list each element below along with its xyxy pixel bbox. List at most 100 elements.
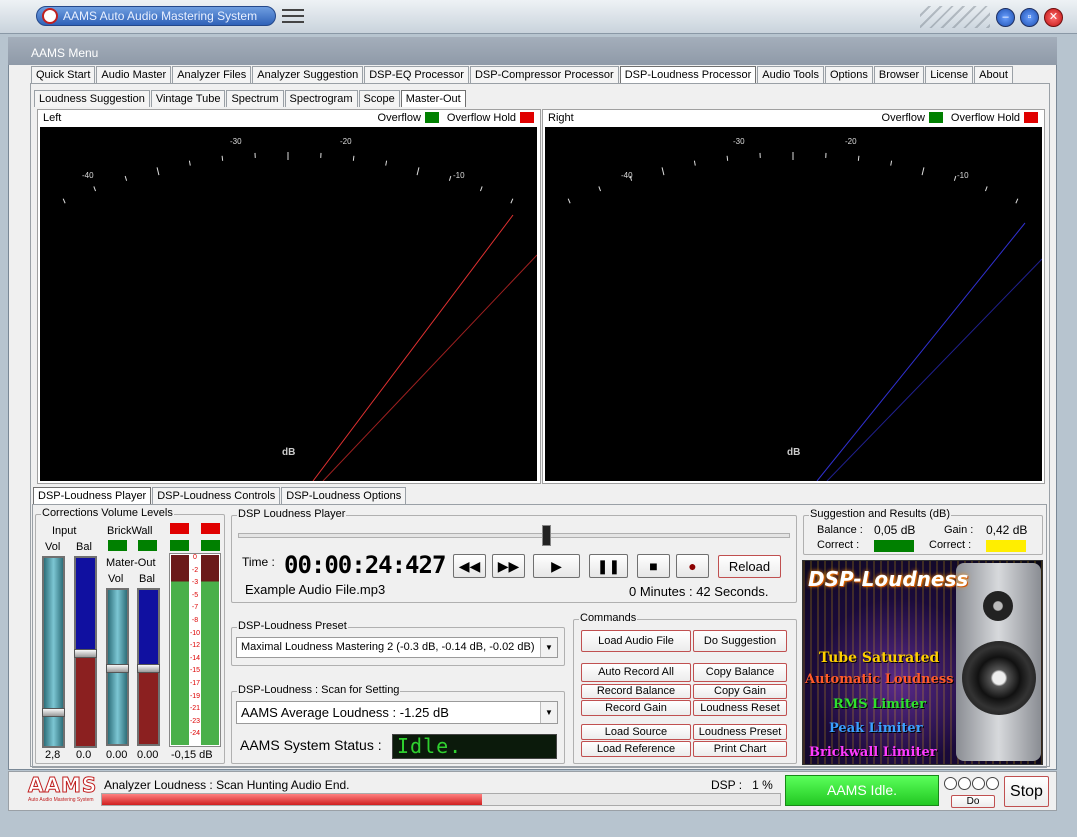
output-bal-thumb[interactable] [137,664,160,673]
left-overflow-label: Overflow [377,112,421,124]
output-bal-slider[interactable] [137,588,160,746]
duration-text: 0 Minutes : 42 Seconds. [629,584,769,599]
position-slider[interactable] [238,525,790,547]
tab-dsp-eq[interactable]: DSP-EQ Processor [364,66,469,83]
copy-gain-button[interactable]: Copy Gain [693,684,787,699]
loudness-reset-button[interactable]: Loudness Reset [693,700,787,716]
left-overflow-hold-led [520,112,534,123]
minimize-icon[interactable]: – [996,8,1015,27]
tab-quick-start[interactable]: Quick Start [31,66,96,83]
tab-loudness-player[interactable]: DSP-Loudness Player [33,487,152,504]
right-tick-label: -10 [957,171,969,180]
record-button[interactable]: ● [676,554,709,578]
brickwall-led-right [138,540,157,551]
tab-dsp-compressor[interactable]: DSP-Compressor Processor [469,66,619,83]
level-scale-label: -7 [191,604,199,612]
tab-about[interactable]: About [974,66,1013,83]
position-thumb[interactable] [542,525,551,546]
tab-browser[interactable]: Browser [873,66,925,83]
tab-loudness-controls[interactable]: DSP-Loudness Controls [152,487,281,504]
do-led-4 [986,777,999,790]
pause-button[interactable]: ❚❚ [589,554,628,578]
play-button[interactable]: ▶ [533,554,580,578]
input-bal-thumb[interactable] [74,649,97,658]
input-vol-thumb[interactable] [42,708,65,717]
tab-analyzer-suggestion[interactable]: Analyzer Suggestion [252,66,364,83]
status-message: Analyzer Loudness : Scan Hunting Audio E… [104,778,350,792]
do-button[interactable]: Do [951,795,995,808]
dial-tick [479,186,483,192]
balance-value: 0,05 dB [874,523,916,537]
level-scale-label: -8 [191,617,199,624]
tab-audio-master[interactable]: Audio Master [96,66,172,83]
right-overflow-hold-label: Overflow Hold [950,112,1020,124]
subtab-loudness-suggestion[interactable]: Loudness Suggestion [34,90,150,107]
tab-options[interactable]: Options [824,66,873,83]
load-audio-file-button[interactable]: Load Audio File [581,630,691,652]
subtab-vintage-tube[interactable]: Vintage Tube [150,90,226,107]
loudness-preset-button[interactable]: Loudness Preset [693,724,787,740]
meter-led-right [201,540,220,551]
stop-button[interactable]: ■ [637,554,670,578]
load-reference-button[interactable]: Load Reference [581,741,691,757]
subtab-spectrum[interactable]: Spectrum [226,90,284,107]
fast-forward-button[interactable]: ▶▶ [492,554,525,578]
output-vol-thumb[interactable] [106,664,129,673]
dsp-loudness-banner: DSP-Loudness Tube Saturated Automatic Lo… [802,560,1043,765]
input-vol-slider[interactable] [42,556,65,748]
rewind-button[interactable]: ◀◀ [453,554,486,578]
app-title[interactable]: AAMS Auto Audio Mastering System [36,6,276,26]
load-source-button[interactable]: Load Source [581,724,691,740]
input-bal-value: 0.0 [76,749,92,761]
record-gain-button[interactable]: Record Gain [581,700,691,716]
stop-all-button[interactable]: Stop [1004,776,1049,807]
record-balance-button[interactable]: Record Balance [581,684,691,699]
woofer-icon [962,641,1036,715]
reload-button[interactable]: Reload [718,555,781,578]
scan-select[interactable]: AAMS Average Loudness : -1.25 dB ▼ [236,701,558,724]
left-tick-label: -20 [340,137,352,146]
tab-dsp-loudness[interactable]: DSP-Loudness Processor [619,66,757,83]
banner-title: DSP-Loudness [808,567,969,591]
banner-line-brickwall: Brickwall Limiter [809,745,937,760]
hamburger-menu-icon[interactable] [282,9,304,23]
level-bar-left [171,555,189,745]
subtab-scope[interactable]: Scope [358,90,400,107]
preset-select[interactable]: Maximal Loudness Mastering 2 (-0.3 dB, -… [236,637,558,658]
level-scale-label: -21 [189,705,201,713]
chevron-down-icon[interactable]: ▼ [540,638,557,657]
dial-tick [93,186,97,192]
do-suggestion-button[interactable]: Do Suggestion [693,630,787,652]
tab-analyzer-files[interactable]: Analyzer Files [172,66,252,83]
left-tick-label: -10 [453,171,465,180]
print-chart-button[interactable]: Print Chart [693,741,787,757]
subtab-master-out[interactable]: Master-Out [400,90,466,107]
vol-label: Vol [45,541,61,553]
level-scale-label: -17 [189,680,201,687]
tab-audio-tools[interactable]: Audio Tools [757,66,824,83]
tweeter-icon [983,591,1013,621]
level-scale: 0 -2 -3 -5 -7 -8 -10 -12 -14 -15 -17 -19 -21 -23 -24 [189,554,201,746]
do-led-2 [958,777,971,790]
left-needle-hold [322,254,538,482]
close-icon[interactable]: ✕ [1044,8,1063,27]
copy-balance-button[interactable]: Copy Balance [693,663,787,682]
level-scale-label: -19 [189,692,201,700]
auto-record-all-button[interactable]: Auto Record All [581,663,691,682]
output-vol-slider[interactable] [106,588,129,746]
dial-tick [857,155,860,161]
input-bal-slider[interactable] [74,556,97,748]
tab-license[interactable]: License [925,66,974,83]
dial-tick [62,198,66,204]
level-bar-right [201,555,219,745]
chevron-down-icon[interactable]: ▼ [540,702,557,723]
dial-tick [567,198,571,204]
tab-loudness-options[interactable]: DSP-Loudness Options [281,487,407,504]
subtab-spectrogram[interactable]: Spectrogram [284,90,358,107]
left-meter-label: Left [43,112,62,124]
level-scale-label: -24 [189,730,201,738]
banner-line-rms: RMS Limiter [833,697,927,712]
output-clip-led [201,523,220,534]
maximize-icon[interactable]: ▫ [1020,8,1039,27]
main-tab-bar: Quick Start Audio Master Analyzer Files … [31,66,1014,83]
